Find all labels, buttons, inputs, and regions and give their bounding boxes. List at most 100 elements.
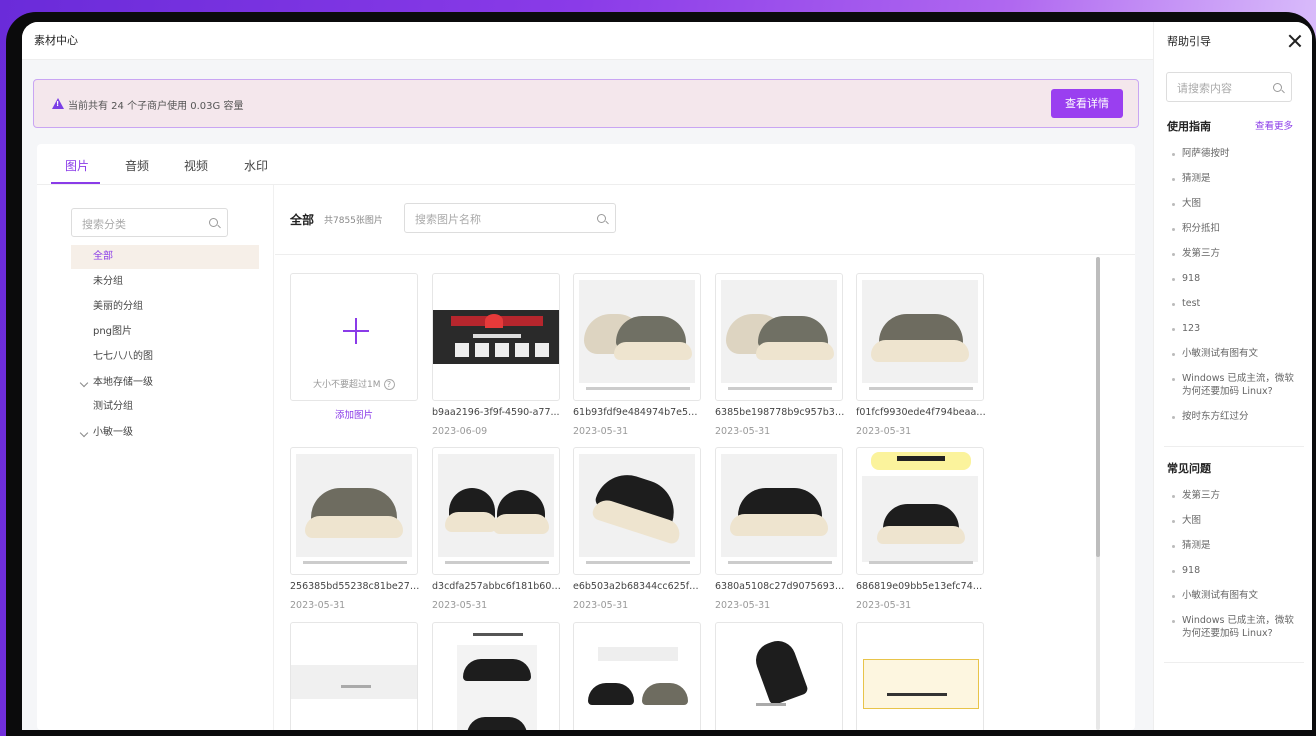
category-label: 小敏一级 xyxy=(93,427,133,438)
image-name: b9aa2196-3f9f-4590-a77... xyxy=(432,407,560,418)
category-panel: 搜索分类 全部 未分组 美丽的分组 png图片 七七八八的图 本地存储一级 测试… xyxy=(37,185,274,730)
image-thumbnail[interactable] xyxy=(432,447,560,575)
image-thumbnail[interactable] xyxy=(573,447,701,575)
tab-watermark[interactable]: 水印 xyxy=(244,157,268,174)
image-name: d3cdfa257abbc6f181b60b... xyxy=(432,581,562,592)
category-search-placeholder: 搜索分类 xyxy=(82,218,126,231)
capacity-notice: 当前共有 24 个子商户使用 0.03G 容量 查看详情 xyxy=(33,79,1139,128)
guide-item[interactable]: 猜测是 xyxy=(1172,172,1302,185)
image-date: 2023-05-31 xyxy=(573,426,629,437)
category-label: 本地存储一级 xyxy=(93,377,153,388)
image-thumbnail[interactable] xyxy=(432,273,560,401)
image-date: 2023-05-31 xyxy=(290,600,346,611)
image-thumbnail[interactable] xyxy=(715,622,843,730)
page-title: 素材中心 xyxy=(22,22,1153,60)
tab-video[interactable]: 视频 xyxy=(184,157,208,174)
guide-item[interactable]: 小敏测试有图有文 xyxy=(1172,347,1302,360)
tab-audio[interactable]: 音频 xyxy=(125,157,149,174)
category-item-expandable[interactable]: 本地存储一级 xyxy=(71,371,281,395)
image-date: 2023-05-31 xyxy=(856,426,912,437)
image-name: f01fcf9930ede4f794beaa2... xyxy=(856,407,986,418)
faq-section-title: 常见问题 xyxy=(1167,462,1211,475)
image-date: 2023-05-31 xyxy=(856,600,912,611)
guide-item[interactable]: test xyxy=(1172,297,1302,310)
image-thumbnail[interactable] xyxy=(432,622,560,730)
current-category-title: 全部 xyxy=(290,213,315,227)
image-thumbnail[interactable] xyxy=(715,273,843,401)
image-panel: 全部 共7855张图片 搜索图片名称 大小不要超过1M? 添加图片 b9aa21… xyxy=(275,185,1135,730)
faq-item[interactable]: 大图 xyxy=(1172,514,1302,527)
divider xyxy=(275,254,1135,255)
media-tabs: 图片 音频 视频 水印 xyxy=(37,144,1135,185)
image-thumbnail[interactable] xyxy=(573,273,701,401)
help-icon: ? xyxy=(383,379,395,390)
image-thumbnail[interactable] xyxy=(715,447,843,575)
image-date: 2023-05-31 xyxy=(573,600,629,611)
scrollbar[interactable] xyxy=(1096,257,1100,730)
upload-tile[interactable]: 大小不要超过1M? xyxy=(290,273,418,401)
guide-item[interactable]: 918 xyxy=(1172,272,1302,285)
help-search-input[interactable]: 请搜索内容 xyxy=(1166,72,1292,102)
category-item[interactable]: png图片 xyxy=(71,320,281,344)
category-item-all[interactable]: 全部 xyxy=(71,245,259,269)
view-more-link[interactable]: 查看更多 xyxy=(1255,118,1293,132)
guide-item[interactable]: 123 xyxy=(1172,322,1302,335)
guide-item[interactable]: 按时东方红过分 xyxy=(1172,410,1302,423)
view-details-button[interactable]: 查看详情 xyxy=(1051,89,1123,118)
image-thumbnail[interactable] xyxy=(856,447,984,575)
guide-item[interactable]: 阿萨德按时 xyxy=(1172,147,1302,160)
image-thumbnail[interactable] xyxy=(290,622,418,730)
guide-item[interactable]: 大图 xyxy=(1172,197,1302,210)
guide-item[interactable]: 积分抵扣 xyxy=(1172,222,1302,235)
search-icon xyxy=(209,218,218,227)
add-image-button[interactable]: 添加图片 xyxy=(335,407,373,421)
divider xyxy=(1164,446,1304,447)
faq-item[interactable]: 猜测是 xyxy=(1172,539,1302,552)
image-thumbnail[interactable] xyxy=(856,273,984,401)
category-item-expandable[interactable]: 小敏一级 xyxy=(71,421,281,445)
category-item[interactable]: 七七八八的图 xyxy=(71,345,281,369)
active-tab-indicator xyxy=(51,182,100,184)
image-date: 2023-05-31 xyxy=(432,600,488,611)
image-thumbnail[interactable] xyxy=(290,447,418,575)
image-date: 2023-06-09 xyxy=(432,426,488,437)
close-icon[interactable] xyxy=(1288,34,1302,48)
image-name: 6380a5108c27d9075693f... xyxy=(715,581,845,592)
category-item[interactable]: 美丽的分组 xyxy=(71,295,281,319)
scrollbar-thumb[interactable] xyxy=(1096,257,1100,557)
guide-section-title: 使用指南 xyxy=(1167,120,1211,133)
faq-item[interactable]: 小敏测试有图有文 xyxy=(1172,589,1302,602)
chevron-down-icon xyxy=(79,428,89,438)
material-card: 图片 音频 视频 水印 搜索分类 全部 未分组 美丽的分组 png图片 七七八八… xyxy=(37,144,1135,730)
tab-images[interactable]: 图片 xyxy=(65,157,89,174)
faq-item[interactable]: 发第三方 xyxy=(1172,489,1302,502)
faq-item[interactable]: Windows 已成主流，微软为何还要加码 Linux? xyxy=(1172,614,1302,640)
guide-item[interactable]: Windows 已成主流，微软为何还要加码 Linux? xyxy=(1172,372,1302,398)
warning-icon xyxy=(52,98,64,109)
image-thumbnail[interactable] xyxy=(573,622,701,730)
app-window: 素材中心 当前共有 24 个子商户使用 0.03G 容量 查看详情 图片 音频 … xyxy=(22,22,1312,730)
upload-size-hint: 大小不要超过1M? xyxy=(313,377,395,390)
category-item[interactable]: 测试分组 xyxy=(71,395,281,419)
plus-icon xyxy=(343,318,369,344)
image-search-placeholder: 搜索图片名称 xyxy=(415,213,481,226)
image-name: 6385be198778b9c957b3b... xyxy=(715,407,845,418)
category-search-input[interactable]: 搜索分类 xyxy=(71,208,228,237)
guide-item[interactable]: 发第三方 xyxy=(1172,247,1302,260)
divider xyxy=(1164,662,1304,663)
image-date: 2023-05-31 xyxy=(715,600,771,611)
image-count: 共7855张图片 xyxy=(324,216,383,226)
image-name: e6b503a2b68344cc625f9... xyxy=(573,581,703,592)
faq-item[interactable]: 918 xyxy=(1172,564,1302,577)
main-area: 素材中心 当前共有 24 个子商户使用 0.03G 容量 查看详情 图片 音频 … xyxy=(22,22,1153,730)
notice-text: 当前共有 24 个子商户使用 0.03G 容量 xyxy=(68,101,244,112)
help-search-placeholder: 请搜索内容 xyxy=(1177,82,1232,95)
help-title: 帮助引导 xyxy=(1167,35,1211,48)
image-search-input[interactable]: 搜索图片名称 xyxy=(404,203,616,233)
image-name: 256385bd55238c81be27e... xyxy=(290,581,420,592)
banner-image xyxy=(433,310,559,364)
search-icon xyxy=(1273,83,1282,92)
image-date: 2023-05-31 xyxy=(715,426,771,437)
image-thumbnail[interactable] xyxy=(856,622,984,730)
category-item[interactable]: 未分组 xyxy=(71,270,281,294)
